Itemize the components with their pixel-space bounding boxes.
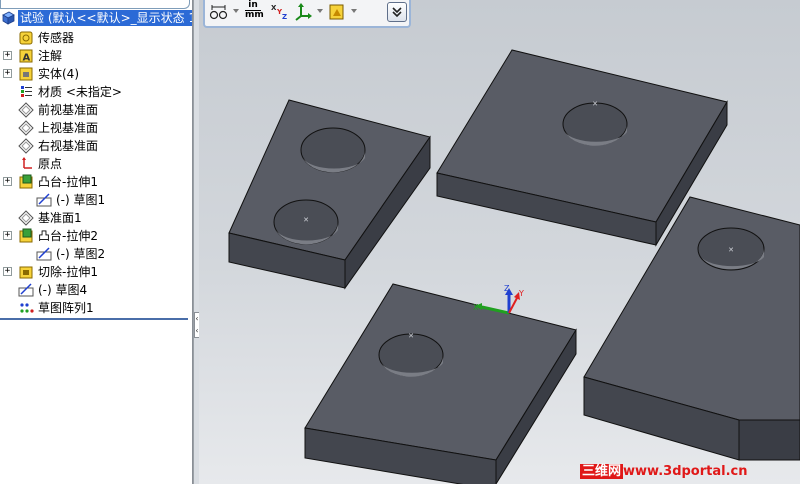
expand-toggle-icon[interactable]: + — [3, 51, 12, 60]
body-bottom-top-face — [304, 283, 577, 461]
body-right-side-face — [738, 419, 800, 461]
model-scene: ✕ ✕ ✕ ✕ X Z Y — [228, 49, 800, 484]
svg-text:Z: Z — [282, 13, 287, 21]
triad-x-label: X — [473, 303, 479, 312]
tree-filter-box[interactable] — [0, 0, 190, 9]
expand-toggle-icon[interactable]: + — [3, 177, 12, 186]
plane-icon — [18, 210, 34, 226]
solid-body-bottom[interactable]: ✕ — [304, 283, 577, 484]
expand-toggle-icon[interactable]: + — [3, 267, 12, 276]
tree-item-label: 切除-拉伸1 — [38, 265, 98, 279]
origin-triad[interactable]: X Z Y — [473, 284, 524, 315]
plane-icon — [18, 102, 34, 118]
boss-extrude-icon — [19, 228, 33, 243]
hole[interactable] — [300, 127, 366, 173]
tree-item[interactable]: (-) 草图1 — [0, 191, 192, 209]
svg-text:✕: ✕ — [728, 246, 734, 254]
tree-item[interactable]: (-) 草图4 — [0, 281, 192, 299]
tree-item-label: 右视基准面 — [38, 139, 99, 153]
hole[interactable]: ✕ — [697, 227, 765, 271]
triad-z-label: Z — [504, 284, 510, 293]
tree-item[interactable]: 基准面1 — [0, 209, 192, 227]
tree-item-label: 上视基准面 — [38, 121, 99, 135]
view-orientation-dropdown-arrow[interactable] — [317, 9, 323, 13]
triad-icon[interactable]: X Y Z — [269, 2, 289, 22]
svg-text:✕: ✕ — [592, 100, 598, 108]
units-icon[interactable]: in mm — [245, 0, 264, 20]
chevron-down-icon — [392, 7, 402, 18]
sketch-icon — [18, 283, 34, 297]
tree-item-label: (-) 草图2 — [56, 247, 106, 261]
tree-item-label: 草图阵列1 — [38, 301, 94, 315]
tree-item-label: 实体(4) — [38, 67, 79, 81]
sketch-icon — [36, 247, 52, 261]
units-top-label: in — [248, 0, 258, 10]
tree-item[interactable]: + 凸台-拉伸1 — [0, 173, 192, 191]
view-orientation-icon[interactable] — [293, 2, 313, 22]
section-view-icon[interactable] — [327, 2, 347, 22]
sketch-pattern-icon — [20, 303, 34, 313]
tree-item-label: 注解 — [38, 49, 63, 63]
tree-item[interactable]: + 实体(4) — [0, 65, 192, 83]
origin-icon — [22, 157, 32, 169]
section-view-dropdown-arrow[interactable] — [351, 9, 357, 13]
sketch-icon — [36, 193, 52, 207]
sensor-icon — [19, 31, 33, 45]
svg-text:A: A — [23, 53, 31, 64]
tree-item[interactable]: 原点 — [0, 155, 192, 173]
dimxpert-dropdown-arrow[interactable] — [233, 9, 239, 13]
material-icon — [21, 86, 32, 97]
tree-item-label: 前视基准面 — [38, 103, 99, 117]
triad-y-label: Y — [518, 289, 524, 298]
graphics-viewport[interactable]: ✕ ✕ ✕ ✕ X Z Y — [199, 0, 800, 484]
plane-icon — [18, 120, 34, 136]
hole[interactable]: ✕ — [273, 199, 339, 245]
cut-extrude-icon — [19, 266, 33, 279]
tree-item-label: (-) 草图1 — [56, 193, 106, 207]
more-button[interactable] — [387, 2, 407, 22]
tree-item[interactable]: 上视基准面 — [0, 119, 192, 137]
watermark-cn: 三维网 — [580, 464, 624, 479]
solid-body-left[interactable]: ✕ — [228, 99, 431, 290]
part-icon — [2, 11, 15, 25]
units-bottom-label: mm — [245, 10, 264, 20]
plane-icon — [18, 138, 34, 154]
tree-item-label: (-) 草图4 — [38, 283, 88, 297]
tree-item[interactable]: 传感器 — [0, 29, 192, 47]
tree-root-part[interactable]: 试验 (默认<<默认>_显示状态 1 — [0, 10, 193, 26]
tree-rollback-bar[interactable] — [0, 318, 188, 320]
feature-manager-tree: 试验 (默认<<默认>_显示状态 1 传感器 + A 注解 + 实体(4) 材质 <未指定>… — [0, 0, 193, 484]
heads-up-toolbar: in mm X Y Z — [203, 0, 411, 28]
tree-item[interactable]: + 切除-拉伸1 — [0, 263, 192, 281]
expand-toggle-icon[interactable]: + — [3, 69, 12, 78]
annotation-icon: A — [19, 49, 33, 64]
boss-extrude-icon — [19, 174, 33, 189]
solid-bodies-icon — [19, 67, 33, 81]
tree-item[interactable]: 前视基准面 — [0, 101, 192, 119]
tree-item-label: 材质 <未指定> — [38, 85, 122, 99]
tree-item-label: 原点 — [38, 157, 63, 171]
tree-item-label: 传感器 — [38, 31, 75, 45]
svg-text:✕: ✕ — [303, 216, 309, 224]
tree-item-label: 凸台-拉伸2 — [38, 229, 98, 243]
svg-text:✕: ✕ — [408, 332, 414, 340]
tree-item-label: 凸台-拉伸1 — [38, 175, 98, 189]
tree-item[interactable]: (-) 草图2 — [0, 245, 192, 263]
tree-root-label: 试验 (默认<<默认>_显示状态 1 — [18, 10, 193, 26]
dimxpert-icon[interactable] — [209, 2, 229, 22]
watermark: 三维网 www.3dportal.cn — [580, 462, 800, 482]
tree-item[interactable]: + A 注解 — [0, 47, 192, 65]
tree-item-label: 基准面1 — [38, 211, 82, 225]
tree-item[interactable]: + 凸台-拉伸2 — [0, 227, 192, 245]
watermark-url: www.3dportal.cn — [623, 464, 748, 479]
tree-item[interactable]: 右视基准面 — [0, 137, 192, 155]
tree-item[interactable]: 材质 <未指定> — [0, 83, 192, 101]
tree-item[interactable]: 草图阵列1 — [0, 299, 192, 317]
expand-toggle-icon[interactable]: + — [3, 231, 12, 240]
